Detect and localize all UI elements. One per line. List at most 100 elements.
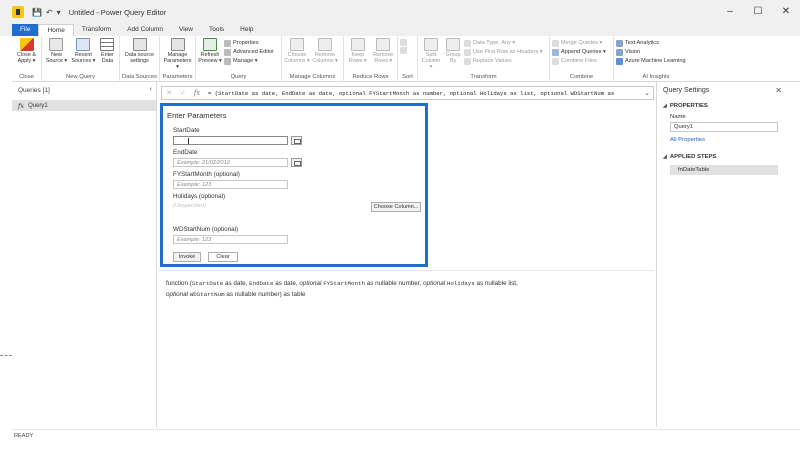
advanced-editor-button[interactable]: Advanced Editor xyxy=(224,48,274,56)
applied-step-item[interactable]: fnDateTable xyxy=(670,165,778,175)
queries-header: Queries [1] xyxy=(18,86,50,94)
maximize-button[interactable]: ☐ xyxy=(744,0,772,24)
choose-column-button[interactable]: Choose Column... xyxy=(371,202,421,212)
clear-button[interactable]: Clear xyxy=(208,252,238,262)
merge-queries-button[interactable]: Merge Queries ▾ xyxy=(552,39,606,47)
fy-start-month-input[interactable]: Example: 123 xyxy=(173,180,288,189)
close-apply-icon xyxy=(19,38,34,51)
group-data-sources: Data source settings Data Sources xyxy=(120,36,160,82)
text-analytics-icon xyxy=(616,39,623,47)
save-icon[interactable]: 💾 xyxy=(32,8,42,17)
remove-columns-button[interactable]: Remove Columns ▾ xyxy=(312,38,338,64)
remove-rows-button[interactable]: Remove Rows ▾ xyxy=(372,38,396,64)
commit-icon[interactable]: ✓ xyxy=(176,89,190,97)
query-name: Query1 xyxy=(28,102,48,109)
window-title: Untitled - Power Query Editor xyxy=(68,7,167,17)
tab-file[interactable]: File xyxy=(12,24,39,36)
replace-values-button[interactable]: Replace Values xyxy=(464,57,543,65)
fx-icon[interactable]: fx xyxy=(190,89,204,97)
keep-rows-button[interactable]: Keep Rows ▾ xyxy=(346,38,370,64)
parameters-icon xyxy=(170,38,185,51)
data-source-settings-button[interactable]: Data source settings xyxy=(122,38,157,64)
choose-columns-button[interactable]: Choose Columns ▾ xyxy=(284,38,310,64)
end-date-label: EndDate xyxy=(173,149,198,156)
expand-formula-icon[interactable]: ⌄ xyxy=(641,89,653,97)
group-label-ai-insights: AI Insights xyxy=(642,74,670,80)
collapse-icon[interactable]: ‹ xyxy=(150,86,152,93)
text-cursor xyxy=(188,138,189,144)
formula-text[interactable]: = (StartDate as date, EndDate as date, o… xyxy=(208,90,641,97)
tab-view[interactable]: View xyxy=(171,24,201,36)
append-queries-button[interactable]: Append Queries ▾ xyxy=(552,48,606,56)
enter-data-button[interactable]: Enter Data xyxy=(98,38,117,64)
new-source-button[interactable]: New Source ▾ xyxy=(44,38,69,64)
sort-descending-button[interactable] xyxy=(400,47,407,54)
applied-steps-section[interactable]: ◢ APPLIED STEPS xyxy=(663,154,716,160)
split-column-icon xyxy=(424,38,438,51)
data-type-dropdown[interactable]: Data Type: Any ▾ xyxy=(464,39,543,47)
tab-tools[interactable]: Tools xyxy=(201,24,232,36)
refresh-preview-button[interactable]: Refresh Preview ▾ xyxy=(198,38,222,64)
queries-pane: Queries [1] ‹ fx Query1 xyxy=(12,82,157,427)
manage-button[interactable]: Manage ▾ xyxy=(224,57,274,65)
query-list-item[interactable]: fx Query1 xyxy=(12,100,156,111)
group-label-parameters: Parameters xyxy=(162,74,193,80)
manage-icon xyxy=(224,57,231,65)
tab-help[interactable]: Help xyxy=(232,24,261,36)
refresh-icon xyxy=(203,38,217,51)
properties-button[interactable]: Properties xyxy=(224,39,274,47)
group-parameters: Manage Parameters ▾ Parameters xyxy=(160,36,196,82)
group-label-new-query: New Query xyxy=(66,74,95,80)
query-name-input[interactable]: Query1 xyxy=(670,122,778,132)
properties-section[interactable]: ◢ PROPERTIES xyxy=(663,103,708,109)
manage-parameters-button[interactable]: Manage Parameters ▾ xyxy=(162,38,193,70)
tab-transform[interactable]: Transform xyxy=(74,24,119,36)
combine-files-button[interactable]: Combine Files xyxy=(552,57,606,65)
customize-icon[interactable]: ▾ xyxy=(57,8,61,17)
cancel-icon[interactable]: ✕ xyxy=(162,89,176,97)
split-column-button[interactable]: Split Column ▾ xyxy=(420,38,442,70)
table-icon xyxy=(100,38,115,51)
holidays-label: Holidays (optional) xyxy=(173,193,226,200)
calendar-icon[interactable] xyxy=(291,136,302,145)
calendar-icon[interactable] xyxy=(291,158,302,167)
holidays-value: (Unspecified) xyxy=(173,203,206,209)
vision-button[interactable]: Vision xyxy=(616,48,686,56)
group-query: Refresh Preview ▾ Properties Advanced Ed… xyxy=(196,36,282,82)
all-properties-link[interactable]: All Properties xyxy=(670,137,705,143)
tab-add-column[interactable]: Add Column xyxy=(119,24,171,36)
title-bar: 💾 ↶ ▾ Untitled - Power Query Editor – ☐ … xyxy=(0,0,800,24)
choose-columns-icon xyxy=(290,38,304,51)
sort-descending-icon xyxy=(400,47,407,54)
sort-ascending-button[interactable] xyxy=(400,39,407,46)
wd-start-num-input[interactable]: Example: 123 xyxy=(173,235,288,244)
name-label: Name xyxy=(670,114,686,120)
group-label-sort: Sort xyxy=(402,74,413,80)
quick-access-toolbar: 💾 ↶ ▾ xyxy=(32,8,61,17)
close-window-button[interactable]: ✕ xyxy=(772,0,800,24)
group-by-button[interactable]: Group By xyxy=(444,38,462,64)
tab-home[interactable]: Home xyxy=(38,24,74,36)
sort-ascending-icon xyxy=(400,39,407,46)
fy-start-month-label: FYStartMonth (optional) xyxy=(173,171,240,178)
collapse-triangle-icon: ◢ xyxy=(663,103,667,109)
advanced-editor-icon xyxy=(224,48,231,56)
function-signature: function (StartDate as date, EndDate as … xyxy=(166,280,518,298)
start-date-input[interactable] xyxy=(173,136,288,145)
headers-icon xyxy=(464,48,471,56)
undo-icon[interactable]: ↶ xyxy=(46,8,53,17)
recent-sources-button[interactable]: Recent Sources ▾ xyxy=(71,38,96,64)
keep-rows-icon xyxy=(350,38,365,51)
group-ai-insights: Text Analytics Vision Azure Machine Lear… xyxy=(614,36,698,82)
minimize-button[interactable]: – xyxy=(716,0,744,24)
text-analytics-button[interactable]: Text Analytics xyxy=(616,39,686,47)
close-apply-button[interactable]: Close & Apply ▾ xyxy=(14,38,39,64)
first-row-headers-button[interactable]: Use First Row as Headers ▾ xyxy=(464,48,543,56)
divider xyxy=(158,270,654,271)
group-label-reduce-rows: Reduce Rows xyxy=(352,74,389,80)
azure-ml-button[interactable]: Azure Machine Learning xyxy=(616,57,686,65)
invoke-button[interactable]: Invoke xyxy=(173,252,201,262)
close-icon[interactable]: ✕ xyxy=(775,86,782,95)
end-date-input[interactable]: Example: 21/02/2012 xyxy=(173,158,288,167)
start-date-label: StartDate xyxy=(173,127,200,134)
